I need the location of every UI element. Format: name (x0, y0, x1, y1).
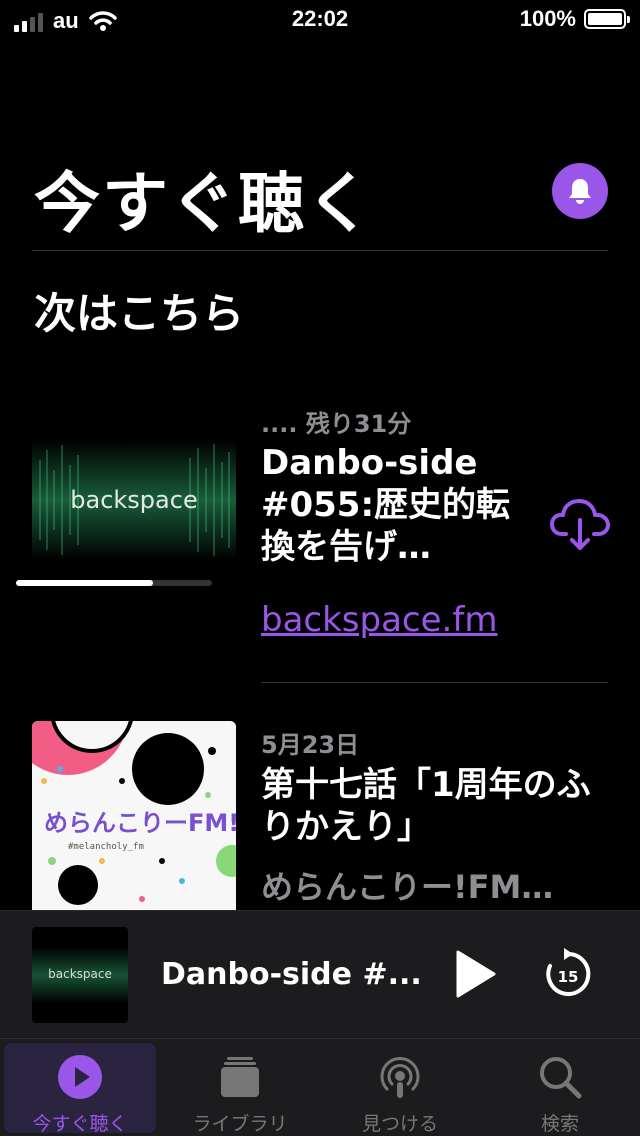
tab-label: 今すぐ聴く (32, 1113, 128, 1135)
skip-forward-15-button[interactable]: 15 (540, 946, 596, 1002)
mini-player-title: Danbo-side #... (161, 957, 422, 992)
tab-search[interactable]: 検索 (484, 1043, 636, 1135)
podcast-icon (380, 1057, 420, 1098)
episode-title[interactable]: 第十七話「1周年のふりかえり」 (261, 764, 591, 848)
episode-show-name[interactable]: めらんこりー!FM… (261, 862, 553, 908)
playback-progress-fill (16, 580, 154, 586)
mini-player-artwork[interactable]: backspace (32, 927, 128, 1023)
play-button[interactable] (450, 946, 500, 1002)
play-circle-icon (58, 1055, 102, 1099)
playback-progress (16, 580, 212, 586)
section-title: 次はこちら (34, 289, 245, 338)
tab-library[interactable]: ライブラリ (164, 1043, 316, 1135)
episode-artwork-melancholy[interactable]: めらんこりーFM! #melancholy_fm (32, 721, 236, 911)
episode-title-text: Danbo-side #055:歴史的転換を告げ… (261, 443, 511, 567)
artwork-text: backspace (70, 486, 198, 514)
tab-label: ライブラリ (192, 1113, 288, 1135)
episode-meta: 5月23日 (261, 731, 360, 759)
download-button[interactable] (548, 494, 612, 554)
page-title: 今すぐ聴く (34, 165, 374, 242)
episode-meta: .... 残り31分 (261, 410, 412, 438)
tab-browse[interactable]: 見つける (324, 1043, 476, 1135)
library-stack-icon (221, 1057, 259, 1097)
notifications-button[interactable] (552, 163, 608, 219)
battery-percentage: 100% (519, 6, 576, 31)
melancholy-fm-artwork: めらんこりーFM! #melancholy_fm (32, 721, 236, 911)
melancholy-artwork-tag: #melancholy_fm (68, 842, 144, 852)
episode-divider (261, 682, 608, 683)
play-icon (456, 950, 496, 998)
status-bar: au 22:02 100% (0, 0, 640, 40)
tab-listen-now[interactable]: 今すぐ聴く (4, 1043, 156, 1135)
status-right: 100% (519, 6, 630, 32)
mini-artwork-text: backspace (48, 967, 112, 981)
bell-icon (569, 179, 591, 204)
tab-label: 検索 (540, 1113, 579, 1135)
search-icon (540, 1057, 582, 1099)
skip-forward-15-icon: 15 (546, 948, 591, 996)
cloud-download-icon (550, 499, 610, 550)
episode-artwork-backspace[interactable]: backspace (32, 400, 236, 604)
episode-title-text: 第十七話「1周年のふりかえり」 (261, 765, 591, 847)
tab-label: 見つける (361, 1113, 438, 1135)
episode-title[interactable]: Danbo-side #055:歴史的転換を告げ… (261, 442, 541, 568)
episode-link[interactable]: backspace.fm (261, 600, 497, 640)
header-divider (32, 250, 608, 251)
tab-bar: 今すぐ聴く ライブラリ 見つける 検索 (0, 1038, 640, 1136)
battery-icon (584, 9, 630, 29)
svg-text:15: 15 (558, 968, 579, 986)
melancholy-artwork-logo: めらんこりーFM! (44, 809, 236, 837)
